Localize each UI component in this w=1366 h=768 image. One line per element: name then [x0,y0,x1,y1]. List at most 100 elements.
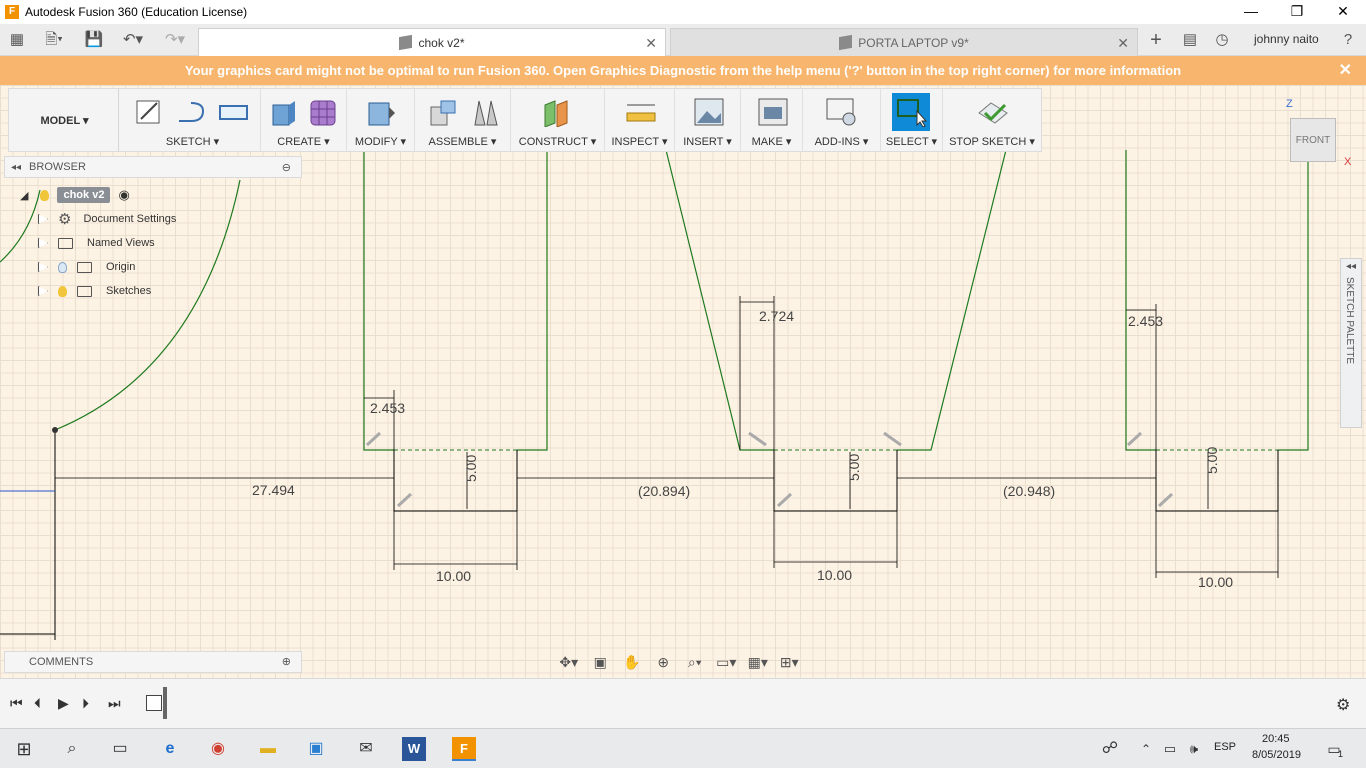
network-icon[interactable]: ▭ [1158,737,1182,761]
mail-icon[interactable]: ✉ [354,737,378,761]
expand-triangle-icon[interactable] [38,286,48,296]
toolbar-group-construct[interactable]: CONSTRUCT ▾ [511,89,605,151]
tray-chevron-icon[interactable]: ⌃ [1134,737,1158,761]
pan-icon[interactable]: ✋ [619,654,645,671]
windows-start-icon[interactable]: ⊞ [12,737,36,761]
go-to-start-icon[interactable]: ⏮ [10,695,23,712]
dimension-2453-left[interactable]: 2.453 [370,400,405,416]
browser-item-named-views[interactable]: Named Views [38,233,155,253]
dimension-5-left[interactable]: 5.00 [463,455,479,482]
undo-icon[interactable]: ↶▾ [116,30,150,50]
clock-time[interactable]: 20:45 [1262,733,1290,745]
store-icon[interactable]: ▣ [304,737,328,761]
browser-item-origin[interactable]: Origin [38,257,135,277]
language-indicator[interactable]: ESP [1214,741,1236,753]
toolbar-group-sketch[interactable]: SKETCH ▾ [125,89,261,151]
dimension-5-mid[interactable]: 5.00 [846,454,862,481]
save-icon[interactable]: 💾 [84,30,104,50]
notification-count-badge: 1 [1338,749,1344,759]
step-forward-icon[interactable]: ⏵ [82,695,89,712]
toolbar-group-insert[interactable]: INSERT ▾ [675,89,741,151]
zoom-icon[interactable]: ⊕ [651,654,677,671]
file-menu-icon[interactable]: 🗎▾ [38,30,70,50]
close-banner-icon[interactable]: ✕ [1339,56,1352,85]
orbit-icon[interactable]: ✥▾ [556,654,582,671]
close-tab-icon[interactable]: ✕ [645,35,657,52]
dimension-10-mid[interactable]: 10.00 [817,567,852,583]
chrome-icon[interactable]: ◉ [206,737,230,761]
play-icon[interactable]: ▶ [58,695,69,712]
minimize-button[interactable]: — [1228,0,1274,24]
toolbar-group-inspect[interactable]: INSPECT ▾ [605,89,675,151]
look-at-icon[interactable]: ▣ [588,654,614,671]
visibility-bulb-icon[interactable] [40,189,50,201]
toolbar-group-modify[interactable]: MODIFY ▾ [347,89,415,151]
toolbar-group-stop-sketch[interactable]: STOP SKETCH ▾ [943,89,1041,151]
fit-icon[interactable]: ⌕▾ [682,654,708,671]
toolbar-group-make[interactable]: MAKE ▾ [741,89,803,151]
help-icon[interactable]: ? [1338,30,1358,50]
dimension-2724[interactable]: 2.724 [759,308,794,324]
data-panel-grid-icon[interactable]: ▦ [6,30,28,50]
edge-icon[interactable]: e [158,737,182,761]
dimension-2453-right[interactable]: 2.453 [1128,313,1163,329]
collapse-browser-icon[interactable]: ◂◂ [11,162,21,173]
toolbar-group-addins[interactable]: ADD-INS ▾ [803,89,881,151]
timeline-sketch-feature-icon[interactable] [146,695,162,711]
viewports-icon[interactable]: ⊞▾ [777,654,803,671]
volume-icon[interactable]: 🕪 [1182,737,1206,761]
close-tab-icon[interactable]: ✕ [1117,35,1129,52]
expand-triangle-icon[interactable] [38,214,48,224]
step-back-icon[interactable]: ⏴ [34,695,41,712]
sketch-palette-collapsed[interactable]: ◂◂ SKETCH PALETTE [1340,258,1362,428]
dimension-5-right[interactable]: 5.00 [1204,447,1220,474]
comments-panel-header[interactable]: COMMENTS ⊕ [4,651,302,673]
restore-button[interactable]: ❐ [1274,0,1320,24]
go-to-end-icon[interactable]: ⏭ [108,695,121,712]
file-explorer-icon[interactable]: ▬ [256,737,280,761]
browser-item-document-settings[interactable]: ⚙ Document Settings [38,209,176,229]
grid-settings-icon[interactable]: ▦▾ [745,654,771,671]
dimension-27494[interactable]: 27.494 [252,482,295,498]
browser-root-label[interactable]: chok v2 [57,187,111,203]
user-name[interactable]: johnny naito [1254,32,1319,46]
dimension-10-right[interactable]: 10.00 [1198,574,1233,590]
clock-date[interactable]: 8/05/2019 [1252,749,1301,761]
people-icon[interactable]: ☍ [1098,737,1122,761]
visibility-bulb-icon[interactable] [58,285,67,297]
timeline-settings-gear-icon[interactable]: ⚙ [1336,695,1350,715]
add-comment-icon[interactable]: ⊕ [282,652,291,672]
toolbar-group-create[interactable]: CREATE ▾ [261,89,347,151]
task-view-icon[interactable]: ▭ [108,737,132,761]
job-status-icon[interactable]: ◷ [1212,30,1232,50]
toolbar-group-select[interactable]: SELECT ▾ [881,89,943,151]
display-settings-icon[interactable]: ▭▾ [714,654,740,671]
dimension-10-left[interactable]: 10.00 [436,568,471,584]
notification-icon[interactable]: ▤ [1180,30,1200,50]
fusion-taskbar-icon[interactable]: F [452,737,476,761]
expand-triangle-icon[interactable] [38,262,48,272]
toolbar-group-assemble[interactable]: ASSEMBLE ▾ [415,89,511,151]
word-icon[interactable]: W [402,737,426,761]
timeline-marker[interactable] [163,687,167,719]
expand-icon[interactable]: ◂◂ [1346,261,1356,272]
browser-root-row[interactable]: ◢ chok v2 ◉ [20,185,130,205]
search-icon[interactable]: ⌕ [60,737,84,761]
tab-chok-v2[interactable]: chok v2* ✕ [198,28,666,56]
tab-porta-laptop[interactable]: PORTA LAPTOP v9* ✕ [670,28,1138,56]
redo-icon[interactable]: ↷▾ [158,30,192,50]
visibility-bulb-icon[interactable] [58,261,67,273]
expand-triangle-icon[interactable]: ◢ [20,189,28,202]
sketch-point[interactable] [52,427,58,433]
browser-panel-header[interactable]: ◂◂ BROWSER ⊖ [4,156,302,178]
close-window-button[interactable]: ✕ [1320,0,1366,24]
browser-item-sketches[interactable]: Sketches [38,281,151,301]
browser-minimize-icon[interactable]: ⊖ [282,161,291,174]
workspace-switcher[interactable]: MODEL ▾ [11,89,119,151]
new-tab-icon[interactable]: + [1144,30,1168,50]
view-cube[interactable]: FRONT [1290,118,1336,162]
dimension-20948[interactable]: (20.948) [1003,483,1055,499]
dimension-20894[interactable]: (20.894) [638,483,690,499]
expand-triangle-icon[interactable] [38,238,48,248]
activate-radio-icon[interactable]: ◉ [118,187,129,203]
